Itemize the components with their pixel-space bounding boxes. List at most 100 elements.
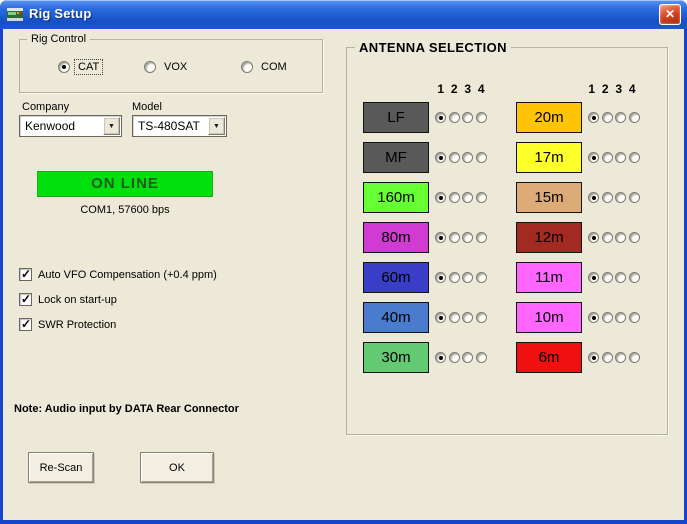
rescan-button[interactable]: Re-Scan — [28, 452, 94, 483]
antenna-radio-11m-4[interactable] — [629, 272, 640, 283]
antenna-radio-60m-2[interactable] — [449, 272, 460, 283]
antenna-radio-40m-2[interactable] — [449, 312, 460, 323]
antenna-radio-mf-2[interactable] — [449, 152, 460, 163]
antenna-radio-15m-1[interactable] — [588, 192, 599, 203]
antenna-radio-40m-3[interactable] — [462, 312, 473, 323]
antenna-radio-20m-1[interactable] — [588, 112, 599, 123]
antenna-radio-lf-3[interactable] — [462, 112, 473, 123]
antenna-radio-group-40m — [435, 312, 487, 323]
antenna-radio-17m-2[interactable] — [602, 152, 613, 163]
antenna-radio-20m-4[interactable] — [629, 112, 640, 123]
antenna-radio-17m-4[interactable] — [629, 152, 640, 163]
antenna-radio-15m-2[interactable] — [602, 192, 613, 203]
band-button-160m[interactable]: 160m — [363, 182, 429, 213]
antenna-radio-mf-4[interactable] — [476, 152, 487, 163]
antenna-radio-15m-4[interactable] — [629, 192, 640, 203]
antenna-column-header: 2 — [448, 82, 462, 96]
antenna-radio-160m-3[interactable] — [462, 192, 473, 203]
antenna-radio-160m-4[interactable] — [476, 192, 487, 203]
checkbox-2[interactable] — [19, 293, 32, 306]
company-select[interactable]: Kenwood ▼ — [19, 115, 122, 137]
antenna-radio-20m-2[interactable] — [602, 112, 613, 123]
band-button-10m[interactable]: 10m — [516, 302, 582, 333]
antenna-radio-12m-1[interactable] — [588, 232, 599, 243]
antenna-radio-12m-3[interactable] — [615, 232, 626, 243]
antenna-radio-30m-2[interactable] — [449, 352, 460, 363]
antenna-radio-30m-3[interactable] — [462, 352, 473, 363]
antenna-radio-10m-2[interactable] — [602, 312, 613, 323]
company-dropdown-button[interactable]: ▼ — [103, 117, 120, 135]
ok-button[interactable]: OK — [140, 452, 214, 483]
antenna-radio-10m-3[interactable] — [615, 312, 626, 323]
band-row-80m: 80m — [363, 217, 513, 257]
checkbox-row-3[interactable]: SWR Protection — [19, 317, 116, 332]
antenna-radio-40m-4[interactable] — [476, 312, 487, 323]
band-button-6m[interactable]: 6m — [516, 342, 582, 373]
rig-control-option-cat[interactable]: CAT — [58, 60, 102, 74]
antenna-radio-11m-3[interactable] — [615, 272, 626, 283]
antenna-radio-mf-3[interactable] — [462, 152, 473, 163]
checkbox-row-1[interactable]: Auto VFO Compensation (+0.4 ppm) — [19, 267, 217, 282]
model-dropdown-button[interactable]: ▼ — [208, 117, 225, 135]
antenna-radio-80m-1[interactable] — [435, 232, 446, 243]
rig-control-option-com[interactable]: COM — [241, 60, 290, 74]
checkbox-1[interactable] — [19, 268, 32, 281]
band-button-17m[interactable]: 17m — [516, 142, 582, 173]
checkbox-row-2[interactable]: Lock on start-up — [19, 292, 117, 307]
antenna-radio-6m-4[interactable] — [629, 352, 640, 363]
radio-label-vox: VOX — [161, 60, 190, 74]
antenna-radio-group-11m — [588, 272, 640, 283]
band-button-mf[interactable]: MF — [363, 142, 429, 173]
band-row-lf: LF — [363, 97, 513, 137]
band-button-40m[interactable]: 40m — [363, 302, 429, 333]
radio-com[interactable] — [241, 61, 253, 73]
antenna-radio-group-30m — [435, 352, 487, 363]
band-button-lf[interactable]: LF — [363, 102, 429, 133]
antenna-radio-10m-1[interactable] — [588, 312, 599, 323]
antenna-radio-lf-1[interactable] — [435, 112, 446, 123]
antenna-radio-6m-2[interactable] — [602, 352, 613, 363]
band-row-17m: 17m — [516, 137, 666, 177]
antenna-radio-lf-4[interactable] — [476, 112, 487, 123]
antenna-radio-group-12m — [588, 232, 640, 243]
antenna-radio-6m-1[interactable] — [588, 352, 599, 363]
band-button-30m[interactable]: 30m — [363, 342, 429, 373]
antenna-column-header: 2 — [599, 82, 613, 96]
band-button-11m[interactable]: 11m — [516, 262, 582, 293]
antenna-radio-60m-3[interactable] — [462, 272, 473, 283]
antenna-radio-11m-1[interactable] — [588, 272, 599, 283]
antenna-radio-60m-4[interactable] — [476, 272, 487, 283]
band-button-20m[interactable]: 20m — [516, 102, 582, 133]
antenna-radio-11m-2[interactable] — [602, 272, 613, 283]
antenna-radio-80m-3[interactable] — [462, 232, 473, 243]
antenna-radio-15m-3[interactable] — [615, 192, 626, 203]
antenna-radio-160m-1[interactable] — [435, 192, 446, 203]
antenna-radio-60m-1[interactable] — [435, 272, 446, 283]
antenna-radio-12m-4[interactable] — [629, 232, 640, 243]
band-button-60m[interactable]: 60m — [363, 262, 429, 293]
antenna-radio-6m-3[interactable] — [615, 352, 626, 363]
band-row-6m: 6m — [516, 337, 666, 377]
antenna-radio-30m-1[interactable] — [435, 352, 446, 363]
antenna-radio-12m-2[interactable] — [602, 232, 613, 243]
model-select[interactable]: TS-480SAT ▼ — [132, 115, 227, 137]
radio-cat[interactable] — [58, 61, 70, 73]
band-button-12m[interactable]: 12m — [516, 222, 582, 253]
antenna-radio-30m-4[interactable] — [476, 352, 487, 363]
antenna-radio-17m-3[interactable] — [615, 152, 626, 163]
antenna-radio-17m-1[interactable] — [588, 152, 599, 163]
antenna-radio-group-10m — [588, 312, 640, 323]
antenna-radio-lf-2[interactable] — [449, 112, 460, 123]
rig-control-option-vox[interactable]: VOX — [144, 60, 190, 74]
antenna-radio-10m-4[interactable] — [629, 312, 640, 323]
antenna-radio-mf-1[interactable] — [435, 152, 446, 163]
antenna-radio-40m-1[interactable] — [435, 312, 446, 323]
radio-vox[interactable] — [144, 61, 156, 73]
antenna-radio-20m-3[interactable] — [615, 112, 626, 123]
antenna-radio-80m-4[interactable] — [476, 232, 487, 243]
antenna-radio-160m-2[interactable] — [449, 192, 460, 203]
antenna-radio-80m-2[interactable] — [449, 232, 460, 243]
checkbox-3[interactable] — [19, 318, 32, 331]
band-button-15m[interactable]: 15m — [516, 182, 582, 213]
band-button-80m[interactable]: 80m — [363, 222, 429, 253]
